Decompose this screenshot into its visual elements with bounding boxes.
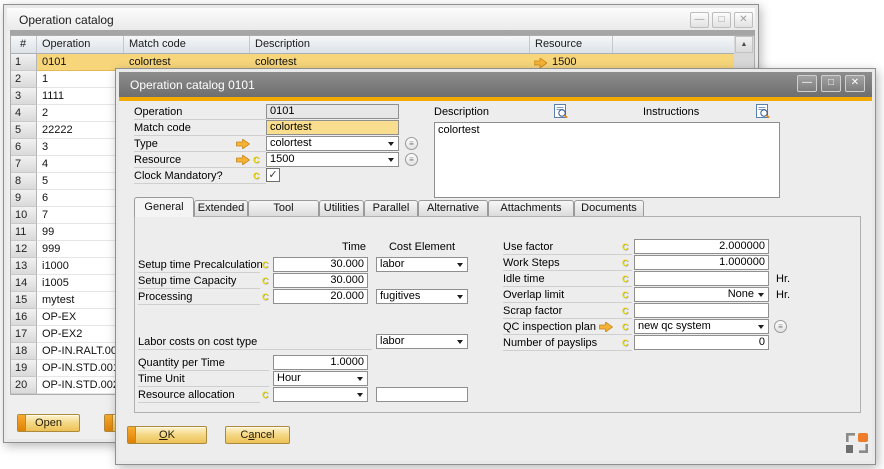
link-arrow-icon[interactable] <box>236 139 250 149</box>
customization-marker: C <box>253 170 263 182</box>
tab-utilities[interactable]: Utilities <box>319 200 364 217</box>
tab-attachments[interactable]: Attachments <box>488 200 574 217</box>
tab-tool[interactable]: Tool <box>248 200 319 217</box>
column-header-blank <box>613 36 734 53</box>
resource-value: 1500 <box>270 153 294 165</box>
cell-operation[interactable]: 7 <box>37 207 124 223</box>
cancel-button-label: Cancel <box>240 429 274 441</box>
match-code-label: Match code <box>134 121 266 136</box>
row-number[interactable]: 20 <box>11 377 37 394</box>
column-header-matchcode[interactable]: Match code <box>124 36 250 53</box>
type-value: colortest <box>270 137 312 149</box>
choose-from-list-icon[interactable]: ≡ <box>405 137 418 150</box>
cell-operation[interactable]: 999 <box>37 241 124 257</box>
row-number[interactable]: 11 <box>11 224 37 241</box>
type-dropdown[interactable]: colortest <box>266 136 399 151</box>
tab-parallel[interactable]: Parallel <box>364 200 418 217</box>
gold-accent-stripe <box>119 97 872 101</box>
ok-button-label: OK <box>159 429 175 441</box>
cell-operation[interactable]: 99 <box>37 224 124 240</box>
column-header-description[interactable]: Description <box>250 36 530 53</box>
choose-from-list-icon[interactable]: ≡ <box>405 153 418 166</box>
column-header-resource[interactable]: Resource <box>530 36 613 53</box>
catalog-window-titlebar[interactable]: Operation catalog <box>7 8 755 31</box>
catalog-window-title: Operation catalog <box>19 13 114 27</box>
scroll-up-icon[interactable]: ▲ <box>735 36 753 53</box>
maximize-icon[interactable]: □ <box>712 12 731 28</box>
column-header-num[interactable]: # <box>11 36 37 53</box>
cell-operation[interactable]: 0101 <box>37 54 124 70</box>
cell-operation[interactable]: 2 <box>37 105 124 121</box>
clock-mandatory-checkbox[interactable]: ✓ <box>266 168 280 182</box>
column-header-operation[interactable]: Operation <box>37 36 124 53</box>
tab-alternative[interactable]: Alternative <box>418 200 488 217</box>
ok-button[interactable]: OK <box>127 426 207 444</box>
cell-operation[interactable]: 22222 <box>37 122 124 138</box>
cell-operation[interactable]: OP-IN.STD.002 <box>37 377 124 393</box>
cancel-button[interactable]: Cancel <box>225 426 290 444</box>
description-textarea[interactable]: colortest <box>434 122 780 198</box>
row-number[interactable]: 13 <box>11 258 37 275</box>
customization-marker: C <box>253 154 263 166</box>
description-label: Description <box>434 105 534 120</box>
link-arrow-icon[interactable] <box>236 155 250 165</box>
detail-window: Operation catalog 0101 — □ ✕ Operation 0… <box>115 68 876 465</box>
minimize-icon[interactable]: — <box>797 75 817 92</box>
cell-operation[interactable]: OP-IN.RALT.001 <box>37 343 124 359</box>
tab-extended[interactable]: Extended <box>194 200 248 217</box>
row-number[interactable]: 7 <box>11 156 37 173</box>
match-code-field[interactable]: colortest <box>266 120 399 135</box>
cell-operation[interactable]: 3 <box>37 139 124 155</box>
document-preview-icon[interactable] <box>756 104 770 118</box>
row-number[interactable]: 16 <box>11 309 37 326</box>
instructions-label: Instructions <box>643 105 743 120</box>
row-number[interactable]: 3 <box>11 88 37 105</box>
row-number[interactable]: 12 <box>11 241 37 258</box>
detail-window-title: Operation catalog 0101 <box>130 78 255 92</box>
row-number[interactable]: 6 <box>11 139 37 156</box>
cell-operation[interactable]: mytest <box>37 292 124 308</box>
cell-operation[interactable]: OP-IN.STD.001 <box>37 360 124 376</box>
cell-operation[interactable]: 4 <box>37 156 124 172</box>
clock-mandatory-label: Clock Mandatory? <box>134 169 266 184</box>
close-icon[interactable]: ✕ <box>845 75 865 92</box>
desktop: Operation catalog — □ ✕ # Operation Matc… <box>0 0 884 469</box>
row-number[interactable]: 18 <box>11 343 37 360</box>
cell-operation[interactable]: i1005 <box>37 275 124 291</box>
row-number[interactable]: 10 <box>11 207 37 224</box>
row-number[interactable]: 14 <box>11 275 37 292</box>
row-number[interactable]: 8 <box>11 173 37 190</box>
minimize-icon[interactable]: — <box>690 12 709 28</box>
document-preview-icon[interactable] <box>554 104 568 118</box>
open-button-label: Open <box>35 417 62 429</box>
operation-field[interactable]: 0101 <box>266 104 399 119</box>
row-number[interactable]: 9 <box>11 190 37 207</box>
cell-operation[interactable]: 6 <box>37 190 124 206</box>
cell-operation[interactable]: 5 <box>37 173 124 189</box>
cell-operation[interactable]: 1111 <box>37 88 124 104</box>
general-tab-panel <box>134 216 861 413</box>
row-number[interactable]: 2 <box>11 71 37 88</box>
row-number[interactable]: 15 <box>11 292 37 309</box>
close-icon[interactable]: ✕ <box>734 12 753 28</box>
resource-dropdown[interactable]: 1500 <box>266 152 399 167</box>
cell-operation[interactable]: i1000 <box>37 258 124 274</box>
row-number[interactable]: 19 <box>11 360 37 377</box>
maximize-icon[interactable]: □ <box>821 75 841 92</box>
cell-operation[interactable]: OP-EX <box>37 309 124 325</box>
row-number[interactable]: 17 <box>11 326 37 343</box>
row-number[interactable]: 4 <box>11 105 37 122</box>
operation-label: Operation <box>134 105 266 120</box>
tab-general[interactable]: General <box>134 197 194 217</box>
tab-documents[interactable]: Documents <box>574 200 644 217</box>
cell-operation[interactable]: 1 <box>37 71 124 87</box>
table-header-row: # Operation Match code Description Resou… <box>11 36 734 54</box>
detail-window-titlebar[interactable]: Operation catalog 0101 <box>119 72 872 97</box>
row-number[interactable]: 5 <box>11 122 37 139</box>
open-button[interactable]: Open <box>17 414 80 432</box>
row-number[interactable]: 1 <box>11 54 37 71</box>
cell-operation[interactable]: OP-EX2 <box>37 326 124 342</box>
resize-grip-icon[interactable] <box>845 432 869 454</box>
